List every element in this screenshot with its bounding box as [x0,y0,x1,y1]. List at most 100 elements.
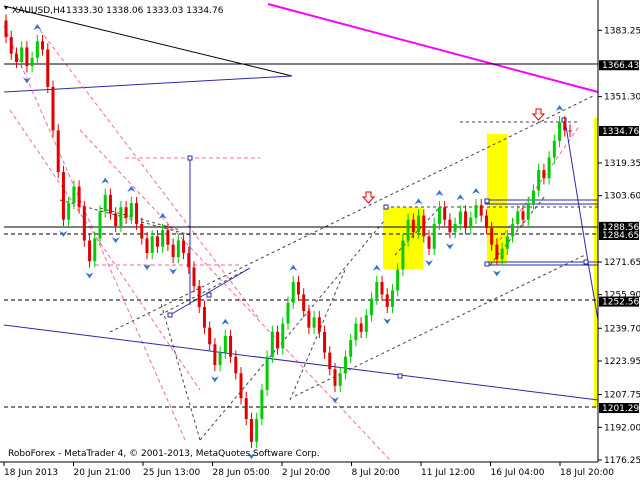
candle-body [229,335,233,357]
candle-body [333,369,337,386]
candle-body [135,203,139,224]
candle-body [124,207,128,218]
candle-body [307,311,311,328]
candle-body [484,215,488,229]
candle-body [270,331,274,357]
candle-body [432,223,436,249]
candle [82,201,86,247]
candle-body [255,419,259,442]
candle-body [82,207,86,241]
y-tick-label: 1303.60 [604,192,640,202]
price-label-text: 1284.65 [602,231,639,241]
candle-body [72,186,76,204]
candle-body [150,236,154,253]
yellow-projection-bar [594,118,598,408]
candle-body [35,41,39,58]
candle-body [41,41,45,50]
candle [56,124,60,179]
candle-body [197,286,201,307]
candle-body [161,230,165,247]
candle-body [317,317,321,332]
candle-body [547,157,551,179]
candle-body [552,140,556,158]
candle-body [427,236,431,249]
candle-body [286,302,290,324]
candle-body [30,57,34,67]
candle-body [4,20,8,38]
candle-body [103,194,107,212]
y-tick-label: 1271.65 [604,258,640,268]
candle-body [20,47,24,62]
candle-body [406,219,410,241]
candle-body [422,215,426,237]
candle-body [208,327,212,345]
candle-body [411,219,415,233]
candle-body [14,53,18,62]
candle-body [380,282,384,295]
candle-body [302,294,306,312]
candle-body [338,373,342,386]
candle-body [234,356,238,374]
candle-body [479,205,483,216]
candle-body [385,294,389,307]
x-tick-label: 25 Jun 13:00 [143,468,200,478]
candle-body [375,282,379,299]
candle-body [93,238,97,262]
candle-body [469,217,473,229]
candle-body [505,236,509,249]
candle-body [396,269,400,291]
candle-body [281,323,285,349]
y-tick-label: 1239.70 [604,324,640,334]
candle-body [296,282,300,295]
x-tick-label: 18 Jun 2013 [4,468,58,478]
candle-body [223,335,227,353]
candle-body [88,240,92,262]
y-tick-label: 1192.00 [604,423,640,433]
price-label-text: 1366.43 [602,61,639,71]
y-tick-label: 1383.25 [604,26,640,36]
candle-body [108,194,112,214]
candle-body [98,211,102,239]
candle [51,80,55,137]
copyright-label: RoboForex - MetaTrader 4, © 2001-2013, M… [8,449,320,459]
candle-body [323,331,327,353]
candle-body [370,298,374,316]
candle-body [521,211,525,220]
candle-body [401,240,405,270]
y-tick-label: 1351.30 [604,93,640,103]
candle-body [182,240,186,253]
price-label-text: 1252.56 [602,298,639,308]
candle-body [516,211,520,224]
candle-body [51,86,55,131]
candle [46,43,50,94]
candle-body [417,215,421,233]
candle-body [213,344,217,366]
candle-body [291,282,295,303]
candle-body [119,207,123,226]
x-tick-label: 18 Jul 20:00 [560,468,614,478]
price-label-text: 1334.76 [602,127,639,137]
candle-body [77,186,81,208]
candle-body [349,340,353,357]
candle [61,165,65,226]
candle-body [531,190,535,204]
x-tick-label: 2 Jul 20:00 [282,468,331,478]
candle-body [61,171,65,220]
candle-body [500,248,504,260]
candle-body [354,323,358,341]
y-tick-label: 1176.25 [604,456,640,466]
candle-body [464,211,468,229]
candle-body [495,244,499,260]
candle-body [563,122,567,131]
candle-body [202,306,206,328]
candle-body [276,331,280,349]
candle-body [265,356,269,390]
candle-body [46,49,50,87]
candle-body [474,205,478,218]
candle-body [558,122,562,141]
candle-body [114,213,118,226]
x-tick-label: 28 Jun 05:00 [213,468,270,478]
x-tick-label: 20 Jun 21:00 [74,468,131,478]
price-label-text: 1201.29 [602,404,639,414]
ohlc-label: 1333.30 1338.06 1333.03 1334.76 [66,6,224,16]
